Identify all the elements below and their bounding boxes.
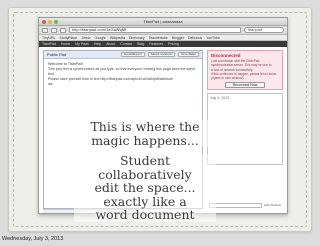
bookmark-item[interactable]: Teachertube	[149, 36, 168, 40]
menu-item[interactable]: Blog	[137, 42, 144, 46]
alert-line: (opens in new window).	[211, 76, 245, 81]
back-button[interactable]	[42, 27, 48, 33]
menu-item[interactable]: Help	[94, 42, 101, 46]
bookmark-item[interactable]: Google	[95, 36, 106, 40]
edit-window-status: Edit Window	[264, 203, 281, 207]
alert-line: synchronization server. This may be due …	[211, 63, 272, 68]
import-export-button[interactable]: Import/Export	[120, 52, 145, 57]
address-bar[interactable]: http://titanpad.com/1aGaWqMt	[69, 27, 241, 33]
pad-sidebar: Disconnected Lost connection with the Et…	[207, 50, 283, 209]
saved-revisions-button[interactable]: Saved revisions	[147, 52, 175, 57]
bookmark-item[interactable]: Blogger	[172, 36, 184, 40]
caption-line: edit the space...	[94, 180, 196, 195]
menu-item[interactable]: Pricing	[168, 42, 179, 46]
editor-header: Public Pad Import/Export Saved revisions…	[44, 51, 202, 59]
caption-collaborate: Student collaboratively edit the space..…	[74, 154, 216, 222]
bookmark-item[interactable]: StudyPlace	[59, 36, 77, 40]
caption-magic: This is where the magic happens...	[74, 120, 216, 147]
editor-line: This pad text is synchronized as you typ…	[48, 67, 196, 71]
bookmark-item[interactable]: Wikipedia	[110, 36, 125, 40]
search-input[interactable]: titanpad	[244, 27, 284, 33]
caption-line: word document	[95, 207, 195, 222]
caption-line: exactly like a	[103, 193, 187, 209]
menu-item[interactable]: Features	[149, 42, 163, 46]
bookmark-item[interactable]: YouTube	[206, 36, 220, 40]
bookmark-item[interactable]: Dictionary	[129, 36, 145, 40]
disconnected-alert: Disconnected Lost connection with the Et…	[207, 50, 283, 90]
pad-name: Public Pad	[47, 52, 67, 57]
browser-toolbar: http://titanpad.com/1aGaWqMt titanpad	[39, 26, 287, 35]
slide-date: Wednesday, July 3, 2013	[2, 236, 64, 242]
editor-line: dis	[48, 82, 53, 86]
chat-input-row: Edit Window	[207, 201, 283, 209]
time-slider-button[interactable]: Time Slider	[177, 52, 199, 57]
menu-item[interactable]: Home	[61, 42, 70, 46]
chat-date: July 3, 2013	[210, 96, 229, 100]
reload-button[interactable]	[60, 27, 66, 33]
site-menubar: TitanPad Home My Pads Help About Contact…	[39, 41, 287, 47]
reconnect-button[interactable]: Reconnect Now	[225, 82, 265, 89]
bookmark-item[interactable]: Jimdo	[81, 36, 90, 40]
caption-line: Student collaboratively	[98, 153, 192, 182]
menu-item[interactable]: TitanPad	[42, 42, 56, 46]
editor-text-area[interactable]: Welcome to TitanPad! This pad text is sy…	[44, 59, 202, 90]
window-title: TitanPad | aaaaaaaaa	[143, 19, 183, 24]
menu-item[interactable]: My Pads	[75, 42, 89, 46]
bookmark-item[interactable]: TinyURL	[42, 36, 55, 40]
forward-button[interactable]	[51, 27, 57, 33]
caption-line: magic happens...	[91, 132, 199, 148]
menu-item[interactable]: Contact	[120, 42, 132, 46]
caption-line: This is where the	[90, 119, 200, 134]
menu-item[interactable]: About	[106, 42, 115, 46]
chat-input[interactable]	[209, 202, 263, 208]
bookmark-item[interactable]: Delicious	[188, 36, 202, 40]
window-titlebar: TitanPad | aaaaaaaaa	[39, 18, 287, 26]
chat-panel: July 3, 2013	[207, 93, 283, 165]
